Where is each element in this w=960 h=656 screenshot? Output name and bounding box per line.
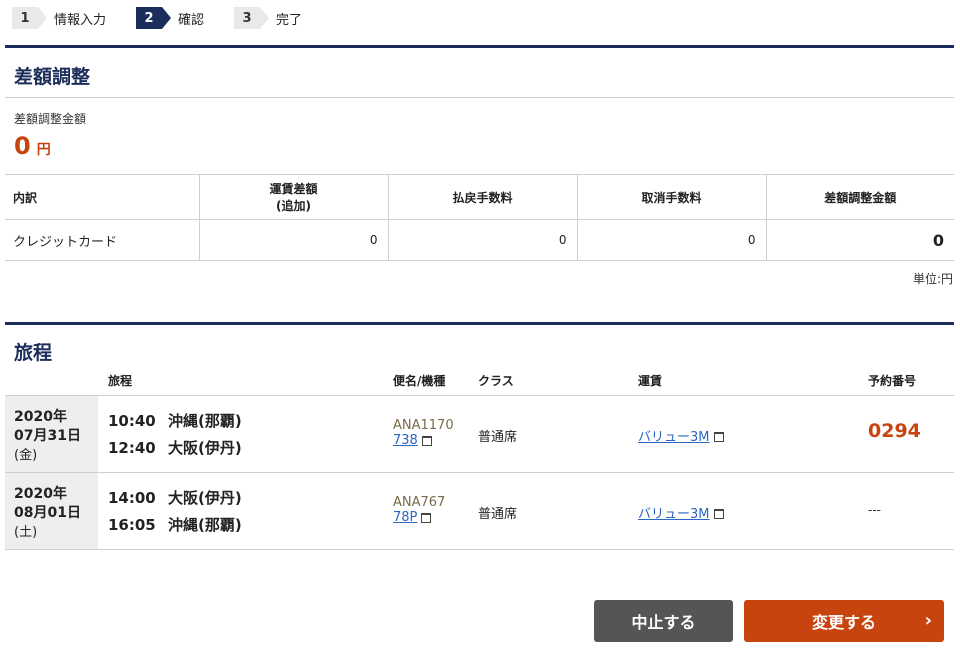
seat-class: 普通席 [478, 507, 518, 522]
date-year: 2020年 [14, 409, 67, 425]
table-row: クレジットカード 0 0 0 0 [5, 219, 954, 261]
header-cancel-fee: 取消手数料 [576, 174, 766, 220]
table-header-row: 内訳 運賃差額 (追加) 払戻手数料 取消手数料 差額調整金額 [5, 174, 954, 220]
payment-method: クレジットカード [5, 219, 199, 261]
adjustment-table: 内訳 運賃差額 (追加) 払戻手数料 取消手数料 差額調整金額 クレジットカード… [5, 174, 954, 261]
arrival-time: 12:40 [108, 439, 156, 457]
date-cell: 2020年 07月31日 (金) [5, 396, 98, 472]
adjustment-amount-unit: 円 [36, 142, 51, 158]
reservation-number: 0294 [868, 420, 921, 442]
divider [5, 97, 954, 98]
step-indicator: 1 情報入力 2 確認 3 完了 [12, 6, 332, 30]
step-number: 2 [136, 7, 172, 29]
section-divider [5, 322, 954, 325]
header-fare-difference-line2: (追加) [276, 199, 311, 213]
header-refund-fee: 払戻手数料 [387, 174, 577, 220]
fare-link[interactable]: バリュー3M [638, 430, 710, 445]
arrival-airport: 沖縄(那覇) [168, 516, 242, 534]
adjust-amount-value: 0 [765, 219, 954, 261]
date-weekday: (土) [14, 525, 38, 540]
date-day: 07月31日 [14, 428, 81, 444]
date-weekday: (金) [14, 448, 38, 463]
departure-airport: 大阪(伊丹) [168, 489, 242, 507]
step-3: 3 完了 [234, 7, 302, 29]
fare-cell: バリュー3M [638, 426, 724, 445]
date-cell: 2020年 08月01日 (土) [5, 473, 98, 549]
new-window-icon [713, 508, 724, 519]
adjustment-amount: 0円 [14, 132, 51, 160]
departure-time: 14:00 [108, 489, 156, 507]
departure: 10:40 沖縄(那覇) [108, 410, 242, 431]
header-fare-difference: 運賃差額 (追加) [198, 174, 388, 220]
step-label: 確認 [178, 12, 205, 28]
new-window-icon [421, 512, 432, 523]
step-label: 完了 [276, 12, 303, 28]
header-breakdown: 内訳 [5, 174, 199, 220]
adjustment-section-title: 差額調整 [14, 66, 91, 88]
header-class: クラス [478, 374, 514, 388]
section-divider [5, 45, 954, 48]
departure-airport: 沖縄(那覇) [168, 412, 242, 430]
itinerary-row: 2020年 08月01日 (土) 14:00 大阪(伊丹) 16:05 沖縄(那覇)… [5, 472, 954, 550]
arrival: 12:40 大阪(伊丹) [108, 437, 242, 458]
step-2-current: 2 確認 [136, 7, 204, 29]
new-window-icon [421, 435, 432, 446]
date-day: 08月01日 [14, 505, 81, 521]
flight-number: ANA767 [393, 495, 446, 510]
adjustment-amount-label: 差額調整金額 [14, 112, 87, 126]
fare-difference-value: 0 [198, 219, 388, 261]
header-reservation: 予約番号 [868, 374, 917, 388]
new-window-icon [713, 431, 724, 442]
flight-info: ANA767 78P [393, 495, 445, 525]
flight-number: ANA1170 [393, 418, 454, 433]
fare-cell: バリュー3M [638, 503, 724, 522]
header-adjust-amount: 差額調整金額 [765, 174, 954, 220]
arrival-airport: 大阪(伊丹) [168, 439, 242, 457]
unit-note: 単位:円 [912, 272, 953, 286]
arrival: 16:05 沖縄(那覇) [108, 514, 242, 535]
step-label: 情報入力 [54, 12, 107, 28]
change-button[interactable]: 変更する › [744, 600, 944, 642]
departure: 14:00 大阪(伊丹) [108, 487, 242, 508]
fare-link[interactable]: バリュー3M [638, 507, 710, 522]
departure-time: 10:40 [108, 412, 156, 430]
chevron-right-icon: › [924, 610, 932, 631]
step-number: 3 [234, 7, 270, 29]
cancel-fee-value: 0 [576, 219, 766, 261]
header-fare: 運賃 [638, 374, 663, 388]
header-flight: 便名/機種 [393, 374, 446, 388]
reservation-number: --- [868, 503, 881, 517]
change-button-label: 変更する [811, 613, 876, 632]
seat-class: 普通席 [478, 430, 518, 445]
aircraft-link[interactable]: 78P [393, 510, 417, 525]
cancel-button[interactable]: 中止する [594, 600, 733, 642]
aircraft-link[interactable]: 738 [393, 433, 418, 448]
step-number: 1 [12, 7, 47, 29]
refund-fee-value: 0 [387, 219, 577, 261]
arrival-time: 16:05 [108, 516, 156, 534]
itinerary-row: 2020年 07月31日 (金) 10:40 沖縄(那覇) 12:40 大阪(伊丹)… [5, 395, 954, 472]
adjustment-amount-value: 0 [14, 132, 31, 160]
itinerary-section-title: 旅程 [14, 342, 53, 364]
header-fare-difference-line1: 運賃差額 [269, 182, 318, 196]
flight-info: ANA1170 738 [393, 418, 454, 448]
header-route: 旅程 [108, 374, 133, 388]
step-1: 1 情報入力 [12, 7, 106, 29]
date-year: 2020年 [14, 486, 67, 502]
